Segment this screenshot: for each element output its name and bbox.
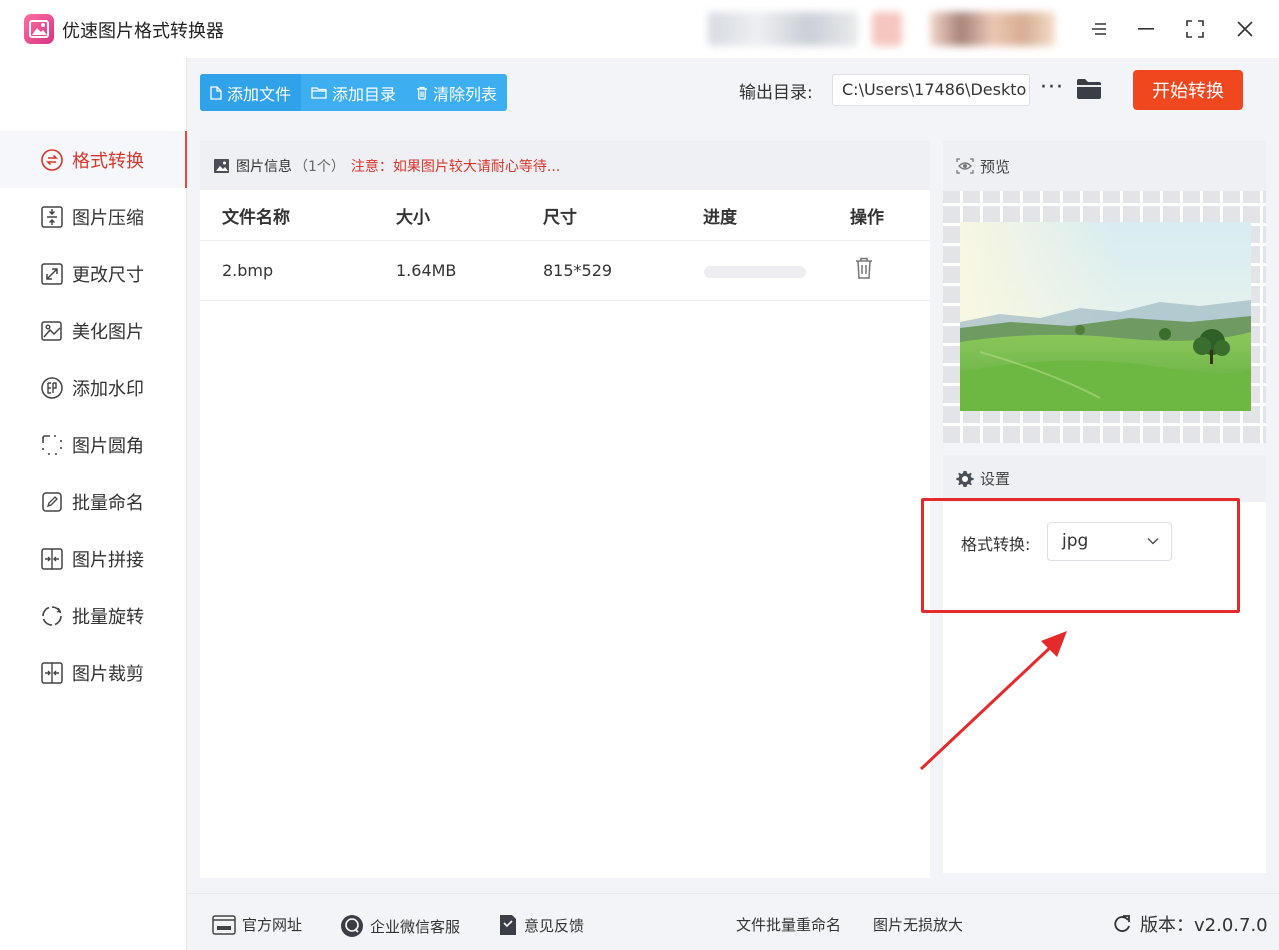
progress-bar: [704, 266, 806, 278]
preview-header: 预览: [943, 141, 1266, 191]
wechat-support-link[interactable]: 企业微信客服: [340, 914, 460, 938]
sidebar-item-crop[interactable]: 图片裁剪: [0, 644, 187, 701]
gear-icon: [956, 470, 974, 487]
maximize-icon[interactable]: [1180, 14, 1210, 44]
more-options-button[interactable]: ···: [1040, 75, 1064, 100]
highlight-box: [921, 498, 1240, 613]
sidebar-item-beautify[interactable]: 美化图片: [0, 302, 187, 359]
preview-title: 预览: [980, 157, 1011, 176]
add-folder-button[interactable]: 添加目录: [301, 74, 406, 111]
add-file-button[interactable]: 添加文件: [200, 74, 302, 111]
file-list-header: 图片信息 （1个） 注意：如果图片较大请耐心等待...: [200, 141, 930, 190]
rounded-corner-icon: [40, 433, 64, 457]
toolbar: 添加文件 添加目录 清除列表 输出目录: C:\Users\17486\Desk…: [188, 58, 1279, 128]
sidebar-item-label: 格式转换: [72, 150, 144, 172]
eye-icon: [956, 158, 974, 174]
website-link[interactable]: 官方网址: [212, 914, 302, 935]
sidebar-item-format-convert[interactable]: 格式转换: [0, 131, 187, 188]
sidebar-item-compress[interactable]: 图片压缩: [0, 188, 187, 245]
chat-icon: [341, 915, 363, 937]
refresh-icon: [1114, 915, 1130, 932]
compress-icon: [40, 205, 64, 229]
column-header-size: 大小: [396, 208, 430, 228]
trash-icon: [417, 86, 428, 100]
sidebar-item-label: 添加水印: [72, 378, 144, 400]
open-folder-icon[interactable]: [1076, 78, 1102, 104]
file-list-title: 图片信息: [236, 158, 292, 175]
watermark-icon: [40, 376, 64, 400]
app-title: 优速图片格式转换器: [62, 21, 224, 42]
file-icon: [210, 85, 222, 100]
preview-panel: 预览: [943, 141, 1266, 443]
crop-icon: [40, 661, 64, 685]
sidebar-item-label: 更改尺寸: [72, 264, 144, 286]
file-size: 1.64MB: [396, 261, 457, 280]
output-dir-label: 输出目录:: [739, 83, 813, 103]
sidebar-item-stitch[interactable]: 图片拼接: [0, 530, 187, 587]
minimize-icon[interactable]: [1131, 14, 1161, 44]
file-list-panel: 图片信息 （1个） 注意：如果图片较大请耐心等待... 文件名称 大小 尺寸 进…: [200, 141, 930, 878]
resize-icon: [40, 262, 64, 286]
sidebar-item-label: 图片压缩: [72, 207, 144, 229]
close-icon[interactable]: [1230, 14, 1260, 44]
table-row[interactable]: 2.bmp 1.64MB 815*529: [200, 240, 930, 301]
sidebar-item-watermark[interactable]: 添加水印: [0, 359, 187, 416]
lossless-upscale-link[interactable]: 图片无损放大: [873, 914, 963, 935]
sidebar-item-label: 图片拼接: [72, 549, 144, 571]
batch-rename-link[interactable]: 文件批量重命名: [736, 914, 841, 935]
settings-title: 设置: [980, 470, 1011, 488]
menu-icon[interactable]: [1084, 14, 1114, 44]
format-convert-icon: [40, 148, 64, 172]
sidebar-item-batch-rename[interactable]: 批量命名: [0, 473, 187, 530]
sidebar-item-label: 批量旋转: [72, 606, 144, 628]
rotate-icon: [40, 604, 64, 628]
image-icon: [214, 158, 229, 173]
file-name: 2.bmp: [222, 261, 274, 280]
app-logo-icon: [24, 14, 54, 44]
sidebar-item-rotate[interactable]: 批量旋转: [0, 587, 187, 644]
title-bar: 优速图片格式转换器: [0, 0, 1279, 58]
folder-outline-icon: [311, 87, 327, 99]
output-dir-field[interactable]: C:\Users\17486\Deskto: [832, 74, 1030, 106]
column-header-filename: 文件名称: [222, 208, 290, 228]
start-convert-button[interactable]: 开始转换: [1133, 70, 1243, 110]
sidebar-item-resize[interactable]: 更改尺寸: [0, 245, 187, 302]
website-icon: [212, 914, 236, 935]
notice-text: 注意：如果图片较大请耐心等待...: [350, 158, 561, 175]
clear-list-button[interactable]: 清除列表: [406, 74, 507, 111]
sidebar-item-label: 图片圆角: [72, 435, 144, 457]
settings-header: 设置: [943, 455, 1266, 502]
sidebar-item-label: 批量命名: [72, 492, 144, 514]
delete-icon[interactable]: [855, 257, 873, 283]
column-header-dimensions: 尺寸: [543, 208, 577, 228]
version-label[interactable]: 版本：v2.0.7.0: [1112, 911, 1268, 937]
column-header-actions: 操作: [850, 208, 884, 228]
blurred-account-area: [708, 12, 858, 46]
sidebar: 格式转换 图片压缩 更改尺寸 美化图片 添加水印 图片圆角 批量命名 图片拼接 …: [0, 58, 187, 950]
sidebar-item-label: 美化图片: [72, 321, 144, 343]
sidebar-item-rounded-corner[interactable]: 图片圆角: [0, 416, 187, 473]
preview-image: [960, 222, 1251, 411]
footer: 官方网址 企业微信客服 意见反馈 文件批量重命名 图片无损放大 版本：v2.0.…: [188, 893, 1279, 950]
file-dimensions: 815*529: [543, 261, 613, 280]
stitch-icon: [40, 547, 64, 571]
annotation-arrow: [919, 631, 1067, 771]
batch-rename-icon: [40, 490, 64, 514]
beautify-icon: [40, 319, 64, 343]
blurred-account-area: [930, 12, 1055, 46]
feedback-link[interactable]: 意见反馈: [498, 914, 584, 936]
file-count: （1个）: [294, 158, 345, 175]
column-header-progress: 进度: [703, 208, 737, 228]
feedback-icon: [500, 915, 516, 935]
blurred-account-area: [872, 12, 902, 46]
sidebar-item-label: 图片裁剪: [72, 663, 144, 685]
file-button-group: 添加文件 添加目录 清除列表: [200, 74, 508, 111]
